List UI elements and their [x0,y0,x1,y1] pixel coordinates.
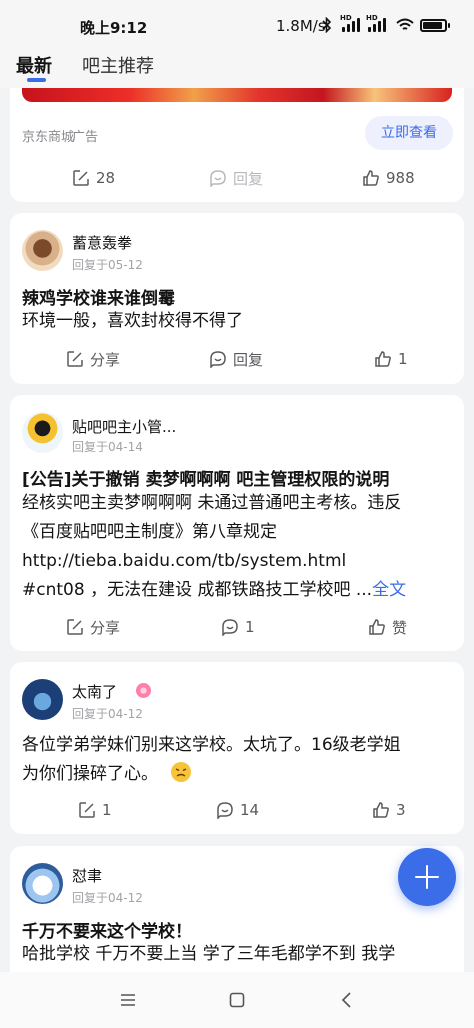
post-title[interactable]: [公告]关于撤销 卖梦啊啊啊 吧主管理权限的说明 [22,465,389,490]
feed-tabs: 最新 吧主推荐 [0,46,474,88]
like-button[interactable]: 988 [362,166,415,190]
post-body-line: 各位学弟学妹们别来这学校。太坑了。16级老学姐 [22,735,401,755]
avatar[interactable] [22,863,63,904]
reply-icon [210,170,226,187]
post-actions: 分享 1 赞 [10,615,464,639]
signal-icon [366,18,388,32]
post-title[interactable]: 辣鸡学校谁来谁倒霉 [22,284,175,309]
like-count: 3 [396,801,406,819]
wifi-icon [396,17,414,31]
like-icon [373,802,389,818]
menu-icon[interactable] [118,990,138,1010]
reply-count: 1 [245,618,255,636]
bluetooth-icon [322,16,332,37]
tab-latest[interactable]: 最新 [16,52,52,78]
like-count: 988 [386,169,415,187]
reply-icon [217,802,233,819]
post-meta: 回复于04-12 [72,707,143,721]
reply-label: 回复 [233,169,264,188]
ad-tag: 广告 [72,130,99,145]
share-button[interactable]: 1 [78,798,112,822]
post-card[interactable]: 太南了 回复于04-12 各位学弟学妹们别来这学校。太坑了。16级老学姐 为你们… [10,662,464,834]
angry-emoji-icon [171,762,192,782]
share-icon [67,619,83,635]
share-label: 分享 [90,618,121,637]
add-post-button[interactable] [398,848,456,906]
share-icon [73,170,89,186]
reply-button[interactable]: 1 [221,615,255,639]
status-time: 晚上9:12 [80,19,148,37]
post-body-line: 哈批学校 千万不要上当 学了三年毛都学不到 我学 [22,944,396,964]
post-body-line: 经核实吧主卖梦啊啊啊 未通过普通吧主考核。违反 [22,493,402,513]
like-icon [363,170,379,186]
back-icon[interactable] [337,990,357,1010]
post-body-line: http://tieba.baidu.com/tb/system.html [22,551,347,571]
ad-actions: 28 回复 988 [10,166,464,190]
share-button[interactable]: 分享 [66,347,120,371]
post-author[interactable]: 太南了 [72,681,117,702]
active-tab-indicator [27,78,46,82]
reply-label: 回复 [233,350,264,369]
network-speed: 1.8M/s [276,17,326,35]
post-body-line: 为你们操碎了心。 [22,764,158,784]
post-title[interactable]: 千万不要来这个学校！ [22,917,192,942]
share-button[interactable]: 28 [72,166,115,190]
post-card[interactable]: 怼聿 回复于04-12 千万不要来这个学校！ 哈批学校 千万不要上当 学了三年毛… [10,846,464,972]
post-meta: 回复于04-14 [72,440,143,454]
reply-button[interactable]: 14 [216,798,259,822]
like-count: 1 [398,350,408,368]
lollipop-icon [136,683,151,698]
ad-card[interactable]: 京东商城 广告 立即查看 28 回复 988 [10,88,464,202]
post-body-line: 环境一般，喜欢封校得不得了 [22,311,243,331]
post-author[interactable]: 怼聿 [72,865,102,886]
post-body[interactable]: 各位学弟学妹们别来这学校。太坑了。16级老学姐 为你们操碎了心。 [22,731,454,789]
post-body[interactable]: 哈批学校 千万不要上当 学了三年毛都学不到 我学 [22,940,454,969]
reply-icon [222,619,238,636]
like-icon [369,619,385,635]
avatar[interactable] [22,230,63,271]
share-label: 分享 [90,350,121,369]
post-actions: 1 14 3 [10,798,464,822]
read-more-link[interactable]: 全文 [372,580,406,600]
share-count: 1 [102,801,112,819]
ad-source: 京东商城 [22,130,75,145]
share-button[interactable]: 分享 [66,615,120,639]
avatar[interactable] [22,679,63,720]
post-card[interactable]: 蓄意轰拳 回复于05-12 辣鸡学校谁来谁倒霉 环境一般，喜欢封校得不得了 分享… [10,213,464,384]
reply-count: 14 [240,801,260,819]
share-icon [67,351,83,367]
post-body[interactable]: 经核实吧主卖梦啊啊啊 未通过普通吧主考核。违反 《百度贴吧吧主制度》第八章规定 … [22,489,454,605]
post-card[interactable]: 贴吧吧主小管... 回复于04-14 [公告]关于撤销 卖梦啊啊啊 吧主管理权限… [10,395,464,651]
reply-icon [210,351,226,368]
reply-button[interactable]: 回复 [209,347,263,371]
system-nav-bar [0,972,474,1028]
share-count: 28 [96,169,116,187]
like-button[interactable]: 3 [372,798,406,822]
like-button[interactable]: 赞 [368,615,407,639]
signal-icon [340,18,362,32]
status-bar: 晚上9:12 1.8M/s HD HD [0,0,474,46]
post-body[interactable]: 环境一般，喜欢封校得不得了 [22,307,454,336]
post-body-line: 《百度贴吧吧主制度》第八章规定 [22,522,277,542]
like-label: 赞 [392,618,408,637]
battery-icon [420,19,450,32]
post-author[interactable]: 蓄意轰拳 [72,232,132,253]
ad-banner-image[interactable] [22,88,452,102]
post-author[interactable]: 贴吧吧主小管... [72,416,176,437]
post-meta: 回复于05-12 [72,258,143,272]
post-body-line: #cnt08 ，无法在建设 成都铁路技工学校吧 ... [22,580,373,600]
like-button[interactable]: 1 [374,347,408,371]
post-actions: 分享 回复 1 [10,347,464,371]
avatar[interactable] [22,412,63,453]
tab-recommended[interactable]: 吧主推荐 [82,52,154,78]
reply-button[interactable]: 回复 [209,166,263,190]
home-icon[interactable] [227,990,247,1010]
share-icon [79,802,95,818]
ad-view-button[interactable]: 立即查看 [365,116,453,150]
post-meta: 回复于04-12 [72,891,143,905]
like-icon [375,351,391,367]
